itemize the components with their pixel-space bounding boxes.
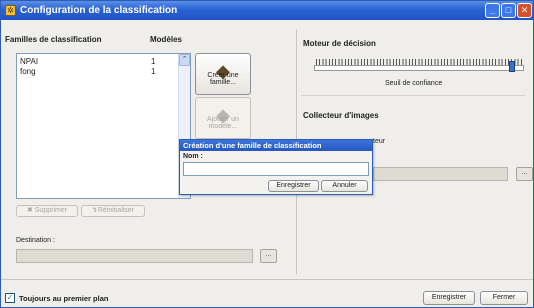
title-bar[interactable]: ✲ Configuration de la classification _ □… [1, 1, 533, 20]
scroll-up-icon[interactable]: ⌃ [179, 54, 190, 66]
create-family-label: Créer une famille... [207, 72, 239, 86]
reset-button[interactable]: ↯Réinitialiser [81, 205, 145, 217]
always-on-top-checkbox[interactable]: ✓ [5, 293, 15, 303]
create-family-button[interactable]: ◆ Créer une famille... [195, 53, 251, 95]
collector-partial-label: teur [373, 138, 386, 145]
family-name-input[interactable] [183, 162, 369, 176]
list-item-models[interactable]: 1 [151, 57, 155, 66]
families-header: Familles de classification [5, 35, 102, 44]
list-item-models[interactable]: 1 [151, 67, 155, 76]
delete-label: Supprimer [34, 207, 68, 214]
dialog-title[interactable]: Création d'une famille de classification [180, 140, 372, 151]
slider-caption: Seuil de confiance [385, 80, 443, 87]
destination-label: Destination : [16, 237, 55, 244]
image-collector-title: Collecteur d'images [303, 111, 379, 120]
configuration-window: ✲ Configuration de la classification _ □… [0, 0, 534, 308]
maximize-icon[interactable]: □ [501, 3, 516, 18]
decision-engine-title: Moteur de décision [303, 39, 376, 48]
confidence-slider-thumb[interactable] [509, 61, 515, 72]
reset-label: Réinitialiser [97, 207, 135, 214]
footer-divider [1, 279, 533, 280]
destination-field[interactable] [16, 249, 253, 263]
name-label: Nom : [183, 153, 203, 160]
close-icon[interactable]: ✕ [517, 3, 532, 18]
close-button[interactable]: Fermer [480, 291, 528, 305]
list-item-name[interactable]: fong [20, 67, 36, 76]
section-divider [301, 95, 525, 96]
delete-button[interactable]: ✖ Supprimer [16, 205, 78, 217]
always-on-top-label: Toujours au premier plan [19, 294, 109, 303]
collector-browse-button[interactable]: ... [516, 167, 533, 181]
window-title: Configuration de la classification [20, 5, 178, 16]
delete-icon: ✖ [26, 207, 33, 214]
app-icon: ✲ [5, 5, 16, 16]
collector-field[interactable] [373, 167, 508, 181]
dialog-save-button[interactable]: Enregistrer [268, 180, 319, 192]
add-model-button[interactable]: ◆ Ajouter un modèle... [195, 97, 251, 139]
list-item-name[interactable]: NPAI [20, 57, 38, 66]
confidence-slider[interactable] [314, 65, 524, 71]
models-header: Modèles [150, 35, 183, 44]
add-model-label: Ajouter un modèle... [207, 116, 239, 130]
save-button[interactable]: Enregistrer [423, 291, 475, 305]
create-family-dialog: Création d'une famille de classification… [179, 139, 373, 195]
dialog-cancel-button[interactable]: Annuler [321, 180, 368, 192]
destination-browse-button[interactable]: ... [260, 249, 277, 263]
minimize-icon[interactable]: _ [485, 3, 500, 18]
families-list[interactable]: NPAI 1 fong 1 ⌃ [16, 53, 191, 199]
